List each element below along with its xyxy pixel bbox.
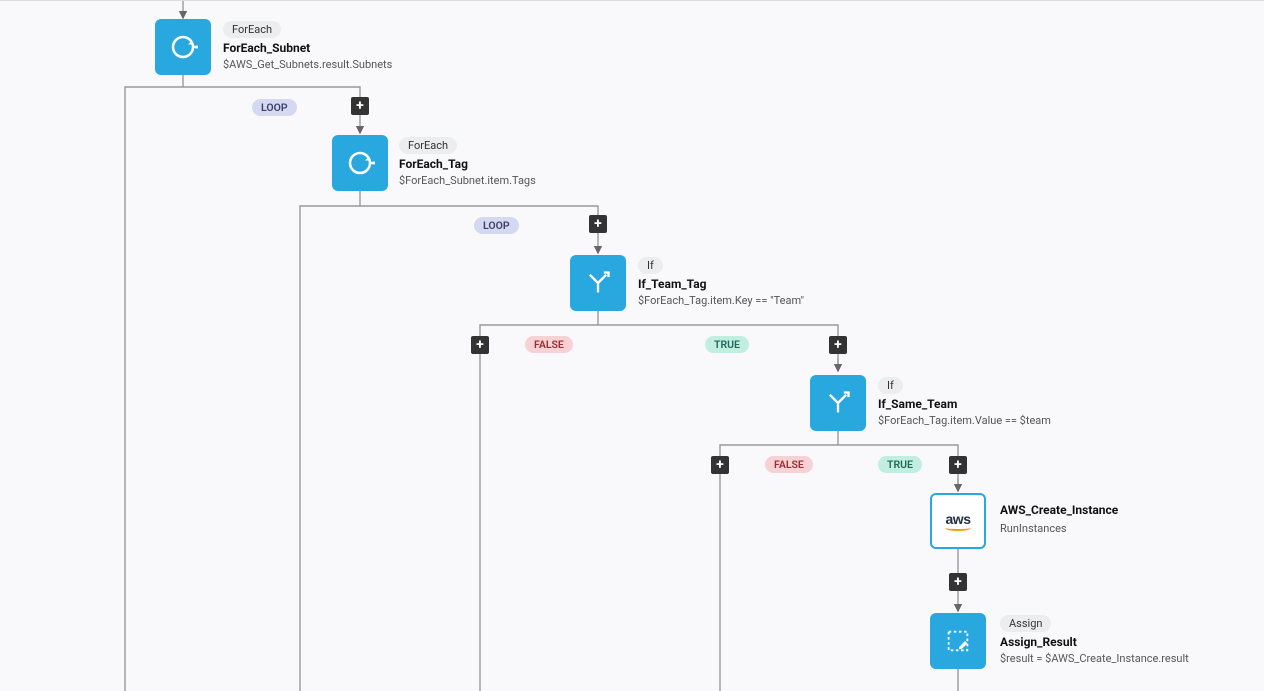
aws-icon: aws <box>945 511 971 531</box>
label-foreach-tag: ForEach ForEach_Tag $ForEach_Subnet.item… <box>399 137 536 187</box>
node-assign-result[interactable] <box>930 613 986 669</box>
true-badge: TRUE <box>705 336 749 353</box>
add-step-button[interactable]: + <box>949 573 967 591</box>
add-step-button[interactable]: + <box>711 456 729 474</box>
label-foreach-subnet: ForEach ForEach_Subnet $AWS_Get_Subnets.… <box>223 21 392 71</box>
add-step-button[interactable]: + <box>471 336 489 354</box>
loop-badge-2: LOOP <box>474 217 519 234</box>
label-aws-create-instance: AWS_Create_Instance RunInstances <box>1000 503 1118 535</box>
true-badge: TRUE <box>878 456 922 473</box>
node-foreach-tag[interactable] <box>332 135 388 191</box>
add-step-button[interactable]: + <box>589 215 607 233</box>
node-if-team-tag[interactable] <box>570 255 626 311</box>
connectors <box>0 1 1264 691</box>
loop-badge-1: LOOP <box>252 99 297 116</box>
assign-icon <box>944 627 972 655</box>
node-aws-create-instance[interactable]: aws <box>930 493 986 549</box>
add-step-button[interactable]: + <box>949 456 967 474</box>
loop-icon <box>168 32 198 62</box>
loop-icon <box>345 148 375 178</box>
false-badge: FALSE <box>765 456 813 473</box>
label-if-same-team: If If_Same_Team $ForEach_Tag.item.Value … <box>878 377 1051 427</box>
add-step-button[interactable]: + <box>351 97 369 115</box>
false-badge: FALSE <box>525 336 573 353</box>
node-if-same-team[interactable] <box>810 375 866 431</box>
workflow-canvas[interactable]: ForEach ForEach_Subnet $AWS_Get_Subnets.… <box>0 1 1264 690</box>
label-assign-result: Assign Assign_Result $result = $AWS_Crea… <box>1000 615 1189 665</box>
node-foreach-subnet[interactable] <box>155 19 211 75</box>
branch-icon <box>584 269 612 297</box>
add-step-button[interactable]: + <box>829 336 847 354</box>
label-if-team-tag: If If_Team_Tag $ForEach_Tag.item.Key == … <box>638 257 804 307</box>
branch-icon <box>824 389 852 417</box>
